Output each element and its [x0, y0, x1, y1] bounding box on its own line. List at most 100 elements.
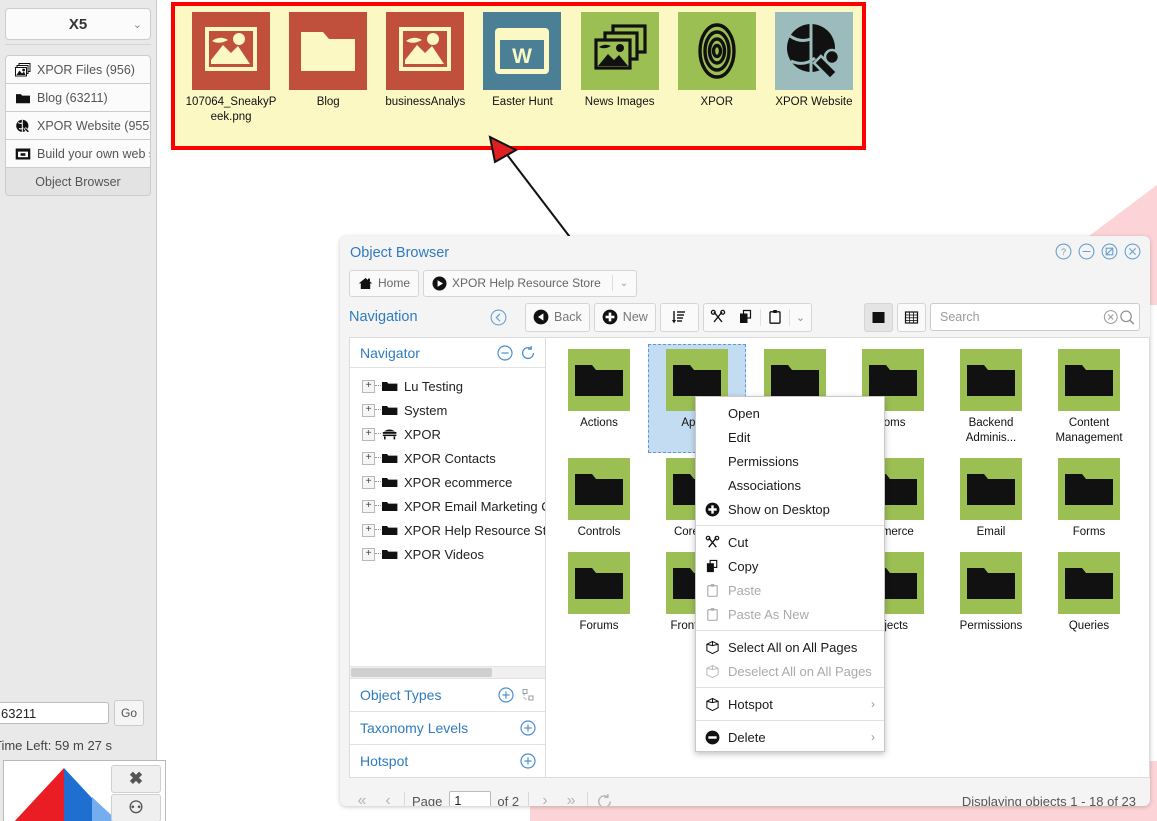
grid-view-button[interactable] [897, 302, 926, 332]
minus-circle-icon[interactable] [497, 344, 513, 361]
paste-button[interactable] [761, 309, 789, 325]
menu-item-associations[interactable]: Associations [696, 473, 884, 497]
clear-circle-icon[interactable] [1103, 309, 1119, 325]
grid-item[interactable]: Actions [550, 344, 648, 453]
refresh-icon[interactable] [520, 345, 536, 361]
grid-item[interactable]: Content Management [1040, 344, 1138, 453]
desktop-icon-news-images[interactable]: News Images [572, 12, 668, 125]
grid-item[interactable]: Controls [550, 453, 648, 547]
desktop-icon-blog[interactable]: Blog [280, 12, 376, 125]
plus-circle-icon[interactable] [498, 687, 514, 703]
grid-item[interactable]: Permissions [942, 547, 1040, 641]
refresh-page-button[interactable] [591, 788, 617, 806]
layout-icon[interactable] [520, 687, 536, 703]
expand-icon[interactable]: + [362, 451, 375, 465]
id-input[interactable] [0, 702, 109, 724]
grid-item[interactable]: Queries [1040, 547, 1138, 641]
user-button[interactable]: ⚇ [111, 794, 161, 821]
desktop-icon-xpor-website[interactable]: XPOR Website [766, 12, 862, 125]
navigator-tree: + Lu Testing + System + XPOR + XPOR Cont… [350, 368, 545, 666]
tree-item[interactable]: + System [350, 398, 545, 422]
restore-icon[interactable] [1101, 243, 1118, 260]
search-input[interactable] [938, 309, 1103, 325]
menu-item-permissions[interactable]: Permissions [696, 449, 884, 473]
sidebar-item-xpor-website[interactable]: XPOR Website (955) [5, 112, 151, 140]
menu-item-copy[interactable]: Copy [696, 554, 884, 578]
expand-icon[interactable]: + [362, 475, 375, 489]
sidebar-item-object-browser[interactable]: Object Browser [5, 168, 151, 196]
desktop-icon-businessanalys[interactable]: businessAnalys [377, 12, 473, 125]
tree-item[interactable]: + Lu Testing [350, 374, 545, 398]
search-box[interactable] [930, 303, 1140, 331]
last-page-button[interactable]: » [558, 788, 584, 806]
sidebar-item-xpor-files[interactable]: XPOR Files (956) [5, 55, 151, 84]
tile-view-button[interactable] [864, 302, 893, 332]
first-page-button[interactable]: « [349, 788, 375, 806]
menu-item-select-all-on-all-pages[interactable]: Select All on All Pages [696, 635, 884, 659]
copy-button[interactable] [732, 309, 760, 325]
tree-item[interactable]: + XPOR Videos [350, 542, 545, 566]
tree-item[interactable]: + XPOR Help Resource St [350, 518, 545, 542]
previous-page-button[interactable]: ‹ [375, 788, 401, 806]
menu-item-cut[interactable]: Cut [696, 530, 884, 554]
expand-icon[interactable]: + [362, 403, 375, 417]
desktop-icon-xpor[interactable]: XPOR [669, 12, 765, 125]
page-input[interactable] [449, 790, 492, 806]
new-button[interactable]: New [593, 302, 656, 332]
clipboard-more-button[interactable]: ⌄ [790, 311, 811, 324]
next-page-button[interactable]: › [532, 788, 558, 806]
menu-item-delete[interactable]: Delete › [696, 725, 884, 749]
sidebar-item-build-your-own-web-site[interactable]: Build your own web s... [5, 140, 151, 168]
scrollbar-thumb[interactable] [351, 668, 492, 677]
sort-list-icon [672, 311, 686, 324]
chevron-down-icon[interactable]: ⌄ [620, 278, 628, 289]
expand-icon[interactable]: + [362, 379, 375, 393]
magnifier-icon[interactable] [1119, 309, 1135, 326]
desktop-icon-107064-sneakypeek[interactable]: 107064_SneakyPeek.png [183, 12, 279, 125]
collapse-panel-icon[interactable] [490, 309, 507, 326]
plus-circle-icon[interactable] [520, 720, 536, 736]
breadcrumb-home[interactable]: Home [349, 269, 420, 297]
tree-item[interactable]: + XPOR ecommerce [350, 470, 545, 494]
help-icon[interactable]: ? [1055, 243, 1072, 260]
back-button[interactable]: Back [525, 302, 590, 332]
go-button[interactable]: Go [114, 700, 144, 726]
tree-item[interactable]: + XPOR Contacts [350, 446, 545, 470]
accordion-hotspot[interactable]: Hotspot [350, 744, 545, 777]
sort-button[interactable] [659, 302, 699, 332]
minimize-icon[interactable] [1078, 243, 1095, 260]
navigator-actions [497, 344, 536, 361]
cut-button[interactable] [704, 309, 732, 325]
menu-item-open[interactable]: Open [696, 401, 884, 425]
folder-icon [568, 349, 630, 411]
accordion-taxonomy-levels[interactable]: Taxonomy Levels [350, 711, 545, 744]
navigator-horizontal-scrollbar[interactable] [350, 666, 545, 678]
expand-icon[interactable]: + [362, 499, 375, 513]
folder-icon [960, 552, 1022, 614]
close-icon[interactable] [1124, 243, 1141, 260]
desktop-icon-easter-hunt[interactable]: W Easter Hunt [474, 12, 570, 125]
breadcrumb-current[interactable]: XPOR Help Resource Store ⌄ [423, 269, 638, 297]
expand-icon[interactable]: + [362, 547, 375, 561]
menu-item-hotspot[interactable]: Hotspot › [696, 692, 884, 716]
x5-selector[interactable]: X5 ⌄ [5, 8, 151, 40]
tree-item[interactable]: + XPOR Email Marketing C [350, 494, 545, 518]
expand-icon[interactable]: + [362, 427, 375, 441]
grid-item-label: Backend Adminis... [965, 417, 1017, 444]
sidebar-item-label: Blog (63211) [37, 90, 108, 105]
chevron-right-icon: › [871, 730, 875, 744]
menu-item-edit[interactable]: Edit [696, 425, 884, 449]
close-button[interactable]: ✖ [111, 765, 161, 793]
expand-icon[interactable]: + [362, 523, 375, 537]
no-icon [704, 429, 721, 446]
sidebar-item-blog[interactable]: Blog (63211) [5, 84, 151, 112]
grid-item[interactable]: Backend Adminis... [942, 344, 1040, 453]
grid-item[interactable]: Email [942, 453, 1040, 547]
grid-item[interactable]: Forms [1040, 453, 1138, 547]
footer-separator [404, 792, 405, 806]
menu-item-show-on-desktop[interactable]: Show on Desktop [696, 497, 884, 521]
grid-item[interactable]: Forums [550, 547, 648, 641]
accordion-object-types[interactable]: Object Types [350, 678, 545, 711]
tree-item[interactable]: + XPOR [350, 422, 545, 446]
plus-circle-icon[interactable] [520, 753, 536, 769]
